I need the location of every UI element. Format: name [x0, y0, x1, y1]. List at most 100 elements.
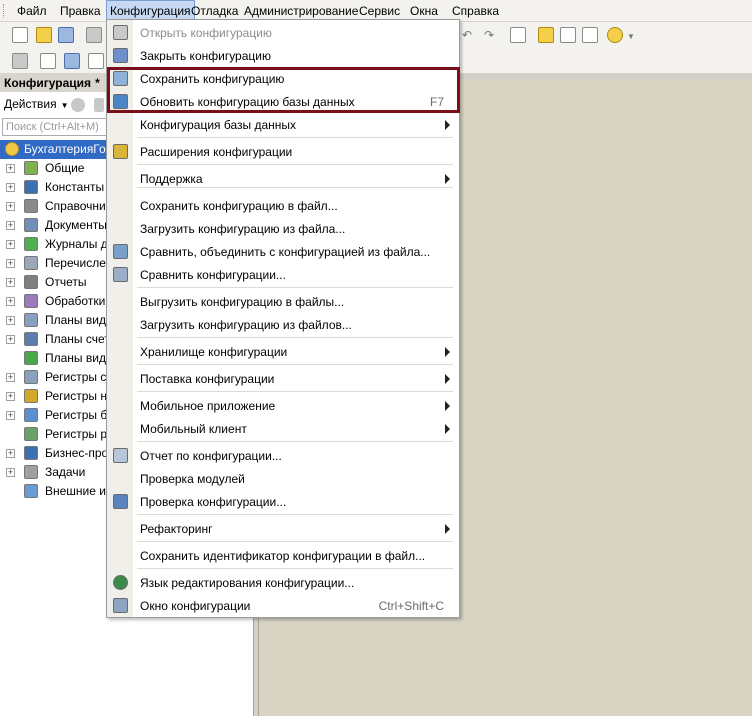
undo-icon[interactable]: ↶	[462, 29, 476, 41]
expand-icon[interactable]: +	[6, 240, 15, 249]
menu-edit[interactable]: Правка	[57, 0, 104, 22]
windows-icon[interactable]	[510, 27, 526, 43]
tree-item-label: Константы	[45, 180, 105, 194]
syntax-helper-icon[interactable]	[538, 27, 554, 43]
chevron-down-icon[interactable]: ▼	[627, 31, 641, 43]
menu-separator	[137, 541, 453, 542]
menu-item[interactable]: Мобильный клиент	[107, 418, 459, 440]
menu-item-label: Закрыть конфигурацию	[140, 49, 271, 63]
edit-object-icon[interactable]	[94, 98, 104, 112]
compare-merge-icon	[113, 244, 128, 259]
save-icon[interactable]	[58, 27, 74, 43]
modified-mark: *	[95, 76, 100, 90]
submenu-arrow-icon	[445, 120, 450, 130]
chart-accounts-icon	[24, 332, 38, 346]
menu-separator	[137, 514, 453, 515]
calc-types-icon	[24, 351, 38, 365]
chart-types-icon	[24, 313, 38, 327]
info-icon[interactable]	[607, 27, 623, 43]
menu-item[interactable]: Сравнить конфигурации...	[107, 264, 459, 286]
menu-item[interactable]: Рефакторинг	[107, 518, 459, 540]
notes-icon[interactable]	[582, 27, 598, 43]
menu-item[interactable]: Поставка конфигурации	[107, 368, 459, 390]
expand-icon[interactable]: +	[6, 202, 15, 211]
expand-icon[interactable]: +	[6, 373, 15, 382]
catalogs-icon	[24, 199, 38, 213]
config-tree-icon[interactable]	[40, 53, 56, 69]
enums-icon	[24, 256, 38, 270]
expand-icon[interactable]: +	[6, 259, 15, 268]
grid-icon[interactable]	[88, 53, 104, 69]
expand-icon[interactable]: +	[6, 297, 15, 306]
menu-item-label: Язык редактирования конфигурации...	[140, 576, 355, 590]
expand-icon[interactable]: +	[6, 221, 15, 230]
actions-label: Действия	[4, 97, 57, 111]
expand-icon[interactable]: +	[6, 335, 15, 344]
expand-icon[interactable]: +	[6, 316, 15, 325]
expand-icon[interactable]: +	[6, 278, 15, 287]
menu-item[interactable]: Закрыть конфигурацию	[107, 45, 459, 67]
menu-item-label: Мобильный клиент	[140, 422, 247, 436]
tree-item-label: Планы видо	[45, 351, 113, 365]
menu-item-label: Мобильное приложение	[140, 399, 276, 413]
expand-icon[interactable]: +	[6, 411, 15, 420]
menu-item-label: Сравнить, объединить с конфигурацией из …	[140, 245, 431, 259]
menu-item[interactable]: Окно конфигурации Ctrl+Shift+C	[107, 595, 459, 617]
menu-item[interactable]: Сохранить идентификатор конфигурации в ф…	[107, 545, 459, 567]
submenu-arrow-icon	[445, 424, 450, 434]
constants-icon	[24, 180, 38, 194]
menu-item[interactable]: Сохранить конфигурацию в файл...	[107, 195, 459, 217]
menu-item[interactable]: Проверка конфигурации...	[107, 491, 459, 513]
expand-icon[interactable]: +	[6, 183, 15, 192]
menu-item[interactable]: Проверка модулей	[107, 468, 459, 490]
menu-item[interactable]: Поддержка	[107, 168, 459, 190]
journals-icon	[24, 237, 38, 251]
business-process-icon	[24, 446, 38, 460]
menu-item[interactable]: Загрузить конфигурацию из файлов...	[107, 314, 459, 336]
expand-icon[interactable]: +	[6, 449, 15, 458]
menu-item[interactable]: Мобильное приложение	[107, 395, 459, 417]
database-icon[interactable]	[64, 53, 80, 69]
report-icon	[113, 448, 128, 463]
open-file-icon[interactable]	[36, 27, 52, 43]
menu-item-label: Сохранить конфигурацию в файл...	[140, 199, 338, 213]
menu-file[interactable]: Файл	[14, 0, 50, 22]
actions-button[interactable]: Действия ▼	[0, 94, 69, 114]
config-open-icon[interactable]	[12, 53, 28, 69]
expand-icon[interactable]: +	[6, 392, 15, 401]
expand-icon[interactable]: +	[6, 164, 15, 173]
menu-item[interactable]: Загрузить конфигурацию из файла...	[107, 218, 459, 240]
tasks-icon	[24, 465, 38, 479]
tree-item-label: Отчеты	[45, 275, 87, 289]
menu-item-label: Поддержка	[140, 172, 203, 186]
processing-icon	[24, 294, 38, 308]
search-help-icon[interactable]	[560, 27, 576, 43]
menu-item-label: Открыть конфигурацию	[140, 26, 272, 40]
menu-item[interactable]: Расширения конфигурации	[107, 141, 459, 163]
expand-icon[interactable]: +	[6, 468, 15, 477]
check-config-icon	[113, 494, 128, 509]
common-icon	[24, 161, 38, 175]
menu-item[interactable]: Открыть конфигурацию	[107, 22, 459, 44]
cut-icon[interactable]	[86, 27, 102, 43]
tree-item-label: Бизнес-проц	[45, 446, 116, 460]
submenu-arrow-icon	[445, 347, 450, 357]
menu-item[interactable]: Хранилище конфигурации	[107, 341, 459, 363]
redo-icon[interactable]: ↷	[484, 29, 498, 41]
menu-item-label: Рефакторинг	[140, 522, 213, 536]
menu-item-label: Хранилище конфигурации	[140, 345, 288, 359]
tree-item-label: Внешние ис	[45, 484, 112, 498]
add-object-icon[interactable]	[71, 98, 85, 112]
menu-item[interactable]: Отчет по конфигурации...	[107, 445, 459, 467]
submenu-arrow-icon	[445, 374, 450, 384]
menu-item[interactable]: Язык редактирования конфигурации...	[107, 572, 459, 594]
menu-item[interactable]: Выгрузить конфигурацию в файлы...	[107, 291, 459, 313]
submenu-arrow-icon	[445, 524, 450, 534]
menu-separator	[137, 337, 453, 338]
menu-item[interactable]: Конфигурация базы данных	[107, 114, 459, 136]
accum-registers-icon	[24, 389, 38, 403]
menu-item[interactable]: Сравнить, объединить с конфигурацией из …	[107, 241, 459, 263]
extensions-icon	[113, 144, 128, 159]
menu-item-label: Сохранить идентификатор конфигурации в ф…	[140, 549, 426, 563]
new-file-icon[interactable]	[12, 27, 28, 43]
